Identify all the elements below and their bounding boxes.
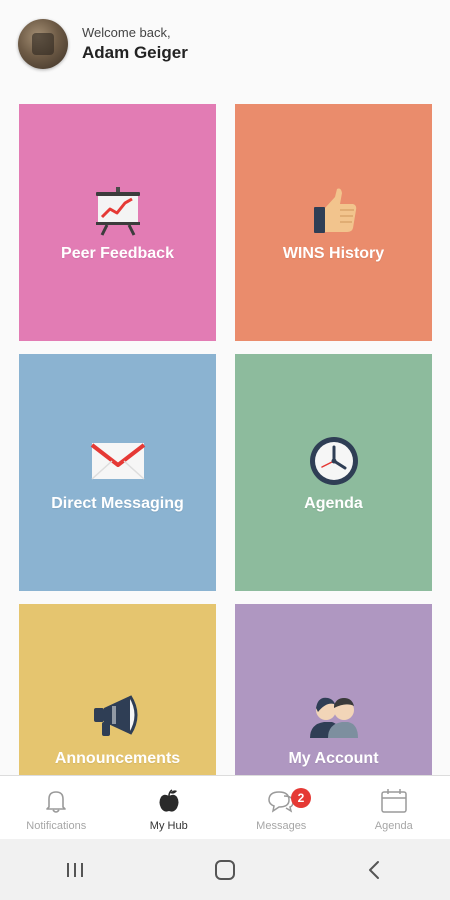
app-screen: Welcome back, Adam Geiger Peer Feedback <box>0 0 450 900</box>
nav-label: Agenda <box>374 820 413 832</box>
header: Welcome back, Adam Geiger <box>0 0 450 88</box>
tile-label: WINS History <box>282 244 385 262</box>
recent-apps-icon[interactable] <box>45 850 105 890</box>
tile-label: Peer Feedback <box>61 244 174 262</box>
nav-messages[interactable]: 2 Messages <box>225 776 338 839</box>
thumbs-up-icon <box>306 183 362 239</box>
nav-notifications[interactable]: Notifications <box>0 776 113 839</box>
tile-my-account[interactable]: My Account <box>235 604 432 776</box>
avatar[interactable] <box>18 19 68 69</box>
megaphone-icon <box>90 688 146 744</box>
clock-icon <box>306 433 362 489</box>
bell-icon <box>41 786 71 816</box>
tile-label: Direct Messaging <box>51 494 184 512</box>
welcome-block: Welcome back, Adam Geiger <box>82 25 188 63</box>
nav-label: My Hub <box>149 820 188 832</box>
tile-peer-feedback[interactable]: Peer Feedback <box>19 104 216 341</box>
envelope-icon <box>90 433 146 489</box>
welcome-text: Welcome back, <box>82 25 171 40</box>
nav-my-hub[interactable]: My Hub <box>113 776 226 839</box>
tile-announcements[interactable]: Announcements <box>19 604 216 776</box>
tile-label: My Account <box>288 750 379 767</box>
tile-label: Agenda <box>304 494 363 512</box>
system-nav-bar <box>0 839 450 900</box>
tile-agenda[interactable]: Agenda <box>235 354 432 591</box>
nav-label: Notifications <box>26 820 87 832</box>
apple-icon <box>154 786 184 816</box>
home-icon[interactable] <box>195 850 255 890</box>
user-name: Adam Geiger <box>82 43 188 62</box>
tile-label: Announcements <box>54 750 181 767</box>
bottom-nav: Notifications My Hub 2 Messages Agenda <box>0 775 450 839</box>
tile-wins-history[interactable]: WINS History <box>235 104 432 341</box>
presentation-chart-icon <box>90 183 146 239</box>
back-icon[interactable] <box>345 850 405 890</box>
nav-label: Messages <box>256 820 307 832</box>
messages-badge: 2 <box>291 788 311 808</box>
users-icon <box>306 688 362 744</box>
calendar-icon <box>379 786 409 816</box>
tile-direct-messaging[interactable]: Direct Messaging <box>19 354 216 591</box>
nav-agenda[interactable]: Agenda <box>338 776 450 839</box>
